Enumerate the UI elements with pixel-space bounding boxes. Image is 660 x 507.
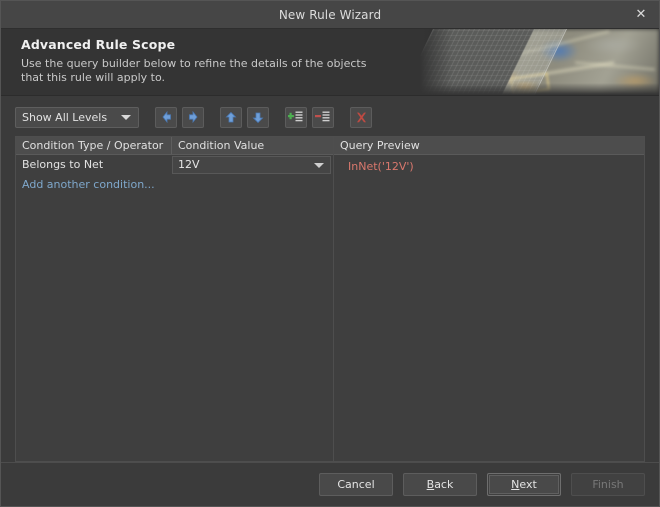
arrow-right-icon: [188, 111, 198, 123]
conditions-grid-body: Belongs to Net 12V Add another condition…: [16, 155, 333, 461]
column-header-query-preview: Query Preview: [340, 139, 420, 152]
conditions-header-row: Condition Type / Operator Condition Valu…: [16, 137, 333, 155]
add-condition-button[interactable]: [285, 106, 307, 128]
page-title: Advanced Rule Scope: [21, 37, 176, 52]
close-icon[interactable]: ✕: [627, 4, 655, 25]
arrow-left-icon: [161, 111, 171, 123]
header-text-block: Advanced Rule Scope Use the query builde…: [21, 37, 401, 85]
arrow-up-icon: [225, 111, 237, 122]
add-another-condition-link[interactable]: Add another condition...: [16, 174, 333, 191]
query-builder-panels: Condition Type / Operator Condition Valu…: [15, 136, 645, 462]
clear-all-button[interactable]: [350, 106, 372, 128]
back-accel-letter: B: [426, 478, 435, 491]
column-header-condition-value[interactable]: Condition Value: [172, 137, 333, 154]
dialog-footer: Cancel Back Next Finish: [1, 462, 659, 506]
dialog-body: Show All Levels Condition Type / Operato…: [1, 96, 659, 462]
next-button[interactable]: Next: [487, 473, 561, 496]
new-rule-wizard-dialog: New Rule Wizard ✕ Advanced Rule Scope Us…: [0, 0, 660, 507]
condition-type-cell[interactable]: Belongs to Net: [16, 158, 172, 171]
column-header-condition-type[interactable]: Condition Type / Operator: [16, 137, 172, 154]
page-description: Use the query builder below to refine th…: [21, 57, 367, 84]
window-title: New Rule Wizard: [278, 7, 382, 22]
move-right-button[interactable]: [182, 106, 204, 128]
move-left-button[interactable]: [155, 106, 177, 128]
pcb-banner-image: [407, 29, 659, 95]
back-label-rest: ack: [434, 478, 454, 491]
query-preview-body: InNet('12V'): [334, 155, 644, 461]
query-preview-header-row: Query Preview: [334, 137, 644, 155]
next-label-rest: ext: [519, 478, 537, 491]
back-button[interactable]: Back: [403, 473, 477, 496]
arrow-down-icon: [252, 112, 264, 123]
remove-row-icon: [315, 111, 330, 122]
cancel-button[interactable]: Cancel: [319, 473, 393, 496]
table-row[interactable]: Belongs to Net 12V: [16, 155, 333, 174]
chevron-down-icon: [121, 115, 131, 120]
next-accel-letter: N: [511, 478, 520, 491]
levels-dropdown[interactable]: Show All Levels: [15, 106, 139, 128]
add-row-icon: [288, 111, 303, 122]
condition-value-combo[interactable]: 12V: [172, 155, 331, 174]
wizard-header: Advanced Rule Scope Use the query builde…: [1, 29, 659, 96]
conditions-panel: Condition Type / Operator Condition Valu…: [15, 136, 333, 462]
titlebar: New Rule Wizard ✕: [1, 1, 659, 29]
chevron-down-icon[interactable]: [314, 162, 324, 168]
banner-bottom-fade: [407, 83, 659, 95]
query-builder-toolbar: Show All Levels: [15, 106, 645, 128]
move-up-button[interactable]: [220, 106, 242, 128]
move-down-button[interactable]: [247, 106, 269, 128]
remove-condition-button[interactable]: [312, 106, 334, 128]
levels-dropdown-value: Show All Levels: [22, 110, 108, 124]
query-preview-text: InNet('12V'): [348, 160, 414, 173]
query-preview-panel: Query Preview InNet('12V'): [333, 136, 645, 462]
condition-value-text: 12V: [178, 158, 200, 171]
finish-button: Finish: [571, 473, 645, 496]
delete-x-icon: [356, 112, 366, 122]
